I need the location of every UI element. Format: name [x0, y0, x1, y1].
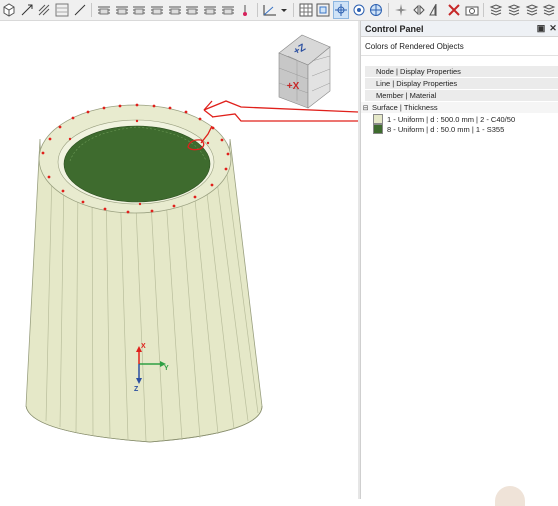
stack-icon[interactable] — [220, 2, 235, 18]
axis-y-label: Y — [164, 365, 169, 372]
delete-icon[interactable] — [447, 2, 462, 18]
color-swatch[interactable] — [373, 124, 383, 134]
group-line-display[interactable]: Line | Display Properties — [365, 78, 558, 90]
group-surface-thickness[interactable]: ⊟ Surface | Thickness — [361, 102, 558, 114]
mirror-icon[interactable] — [429, 2, 444, 18]
close-icon[interactable]: ✕ — [547, 23, 558, 34]
layers-icon[interactable] — [542, 2, 557, 18]
color-swatch[interactable] — [373, 114, 383, 124]
rotate-icon[interactable] — [332, 1, 350, 19]
layers-icon[interactable] — [524, 2, 539, 18]
layers-icon[interactable] — [507, 2, 522, 18]
line-icon[interactable] — [72, 2, 87, 18]
collapse-icon[interactable]: ⊟ — [361, 104, 370, 112]
control-panel-subtitle: Colors of Rendered Objects — [361, 37, 558, 56]
tower-surface[interactable] — [25, 104, 263, 443]
axis-z-label: Z — [134, 386, 139, 393]
stack-icon[interactable] — [114, 2, 129, 18]
stack-icon[interactable] — [203, 2, 218, 18]
control-panel-header: Control Panel ▣ ✕ — [361, 21, 558, 37]
zoom-icon[interactable] — [316, 2, 331, 18]
list-item[interactable]: 1 - Uniform | d : 500.0 mm | 2 - C40/50 — [369, 114, 558, 124]
main-toolbar — [0, 0, 558, 21]
grid-icon[interactable] — [55, 2, 70, 18]
list-item[interactable]: 8 - Uniform | d : 50.0 mm | 1 - S355 — [369, 124, 558, 134]
item-label: 8 - Uniform | d : 50.0 mm | 1 - S355 — [387, 124, 505, 134]
group-node-display[interactable]: Node | Display Properties — [365, 66, 558, 78]
globe-icon[interactable] — [369, 2, 384, 18]
group-label: Member | Material — [376, 91, 437, 100]
color-groups: Node | Display Properties Line | Display… — [361, 66, 558, 134]
camera-icon[interactable] — [464, 2, 479, 18]
item-label: 1 - Uniform | d : 500.0 mm | 2 - C40/50 — [387, 114, 516, 124]
control-panel-title: Control Panel — [365, 23, 424, 34]
group-label: Node | Display Properties — [376, 67, 461, 76]
group-label: Surface | Thickness — [372, 103, 438, 112]
cube-icon[interactable] — [2, 2, 17, 18]
grid-select-icon[interactable] — [298, 2, 313, 18]
nav-cube-front-label: +X — [287, 81, 300, 92]
arrow-icon[interactable] — [19, 2, 34, 18]
star-icon[interactable] — [394, 2, 409, 18]
view-icon[interactable] — [263, 2, 278, 18]
flip-icon[interactable] — [411, 2, 426, 18]
model-viewport[interactable]: +Z +X X Y Z — [0, 21, 359, 499]
axis-x-label: X — [141, 343, 146, 350]
model-canvas[interactable]: +Z +X X Y Z — [0, 21, 359, 499]
stack-icon[interactable] — [97, 2, 112, 18]
stack-icon[interactable] — [150, 2, 165, 18]
group-member-material[interactable]: Member | Material — [365, 90, 558, 102]
stack-icon[interactable] — [167, 2, 182, 18]
dropdown-icon[interactable] — [280, 2, 288, 18]
stack-icon[interactable] — [132, 2, 147, 18]
hatch-icon[interactable] — [37, 2, 52, 18]
layers-icon[interactable] — [489, 2, 504, 18]
pin-icon[interactable] — [238, 2, 253, 18]
restore-icon[interactable]: ▣ — [535, 23, 547, 34]
navigation-cube[interactable]: +Z +X — [278, 34, 331, 109]
control-panel: Control Panel ▣ ✕ Colors of Rendered Obj… — [360, 21, 558, 499]
stack-icon[interactable] — [185, 2, 200, 18]
group-label: Line | Display Properties — [376, 79, 458, 88]
target-icon[interactable] — [351, 2, 366, 18]
